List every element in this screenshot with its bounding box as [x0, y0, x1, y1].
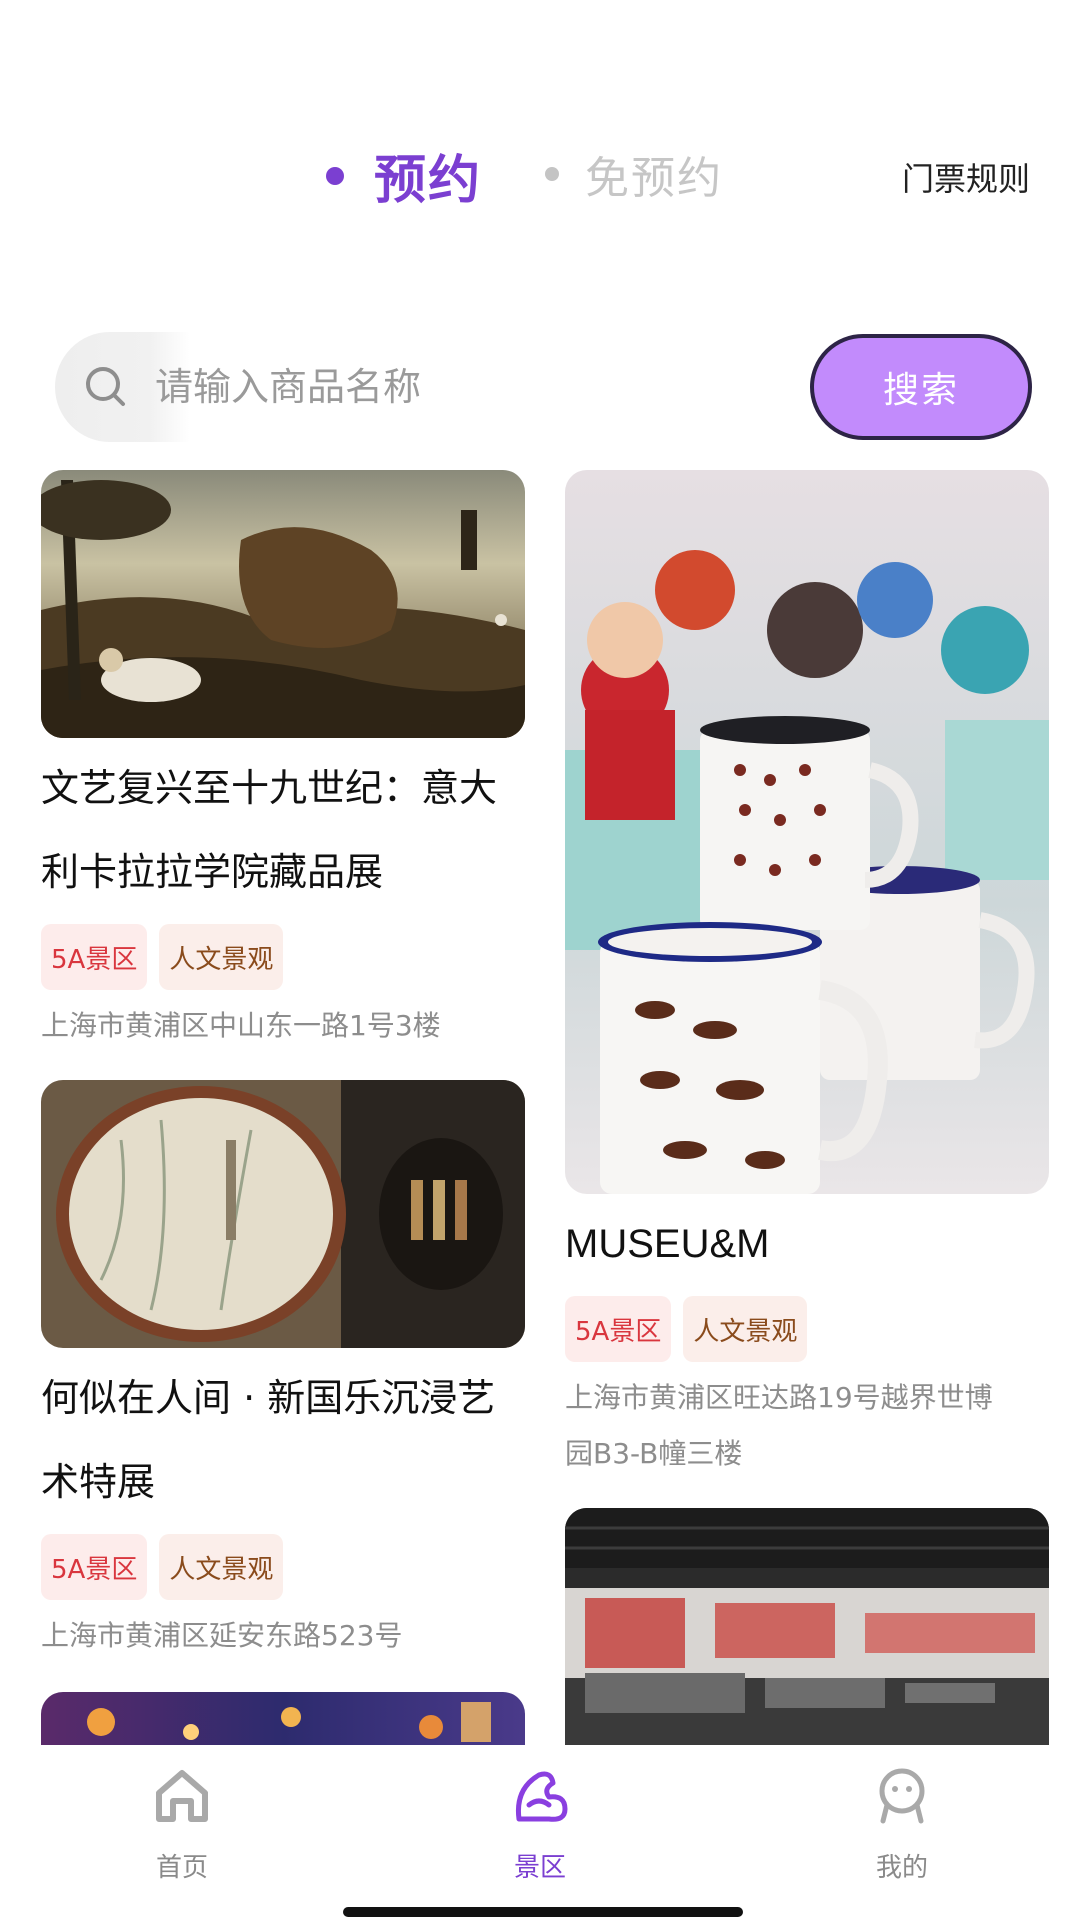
card-image [41, 1080, 525, 1348]
tab-inactive-dot [545, 167, 559, 181]
search-button[interactable]: 搜索 [810, 334, 1032, 440]
card-address: 上海市黄浦区中山东一路1号3楼 [41, 1009, 441, 1042]
card-image [41, 470, 525, 738]
tab-no-reservation[interactable]: 免预约 [545, 142, 723, 206]
card-image [565, 1508, 1049, 1745]
tag-culture: 人文景观 [159, 924, 284, 990]
nav-home-label: 首页 [155, 1853, 208, 1883]
card-title-line2: 术特展 [41, 1460, 156, 1504]
card-title-line1: 何似在人间 · 新国乐沉浸艺 [41, 1376, 496, 1420]
bottom-nav: 首页 景区 我的 [0, 1745, 1080, 1920]
nav-mine[interactable]: 我的 [822, 1765, 982, 1884]
page: 预约 免预约 门票规则 搜索 [0, 0, 1080, 1920]
card-title-line1: 文艺复兴至十九世纪：意大 [41, 766, 498, 810]
scenic-feed[interactable]: 文艺复兴至十九世纪：意大 利卡拉拉学院藏品展 5A景区 人文景观 上海市黄浦区中… [0, 470, 1080, 1745]
home-indicator [343, 1907, 743, 1917]
card-image [41, 1692, 525, 1745]
card-address-line2: 园B3-B幢三楼 [565, 1437, 743, 1470]
scenic-card[interactable]: MUSEU&M 5A景区 人文景观 上海市黄浦区旺达路19号越界世博 园B3-B… [565, 470, 1049, 1482]
nav-home[interactable]: 首页 [102, 1765, 262, 1884]
home-icon [156, 1770, 208, 1822]
scenic-icon [515, 1771, 568, 1822]
profile-icon [879, 1768, 925, 1824]
tag-list: 5A景区 人文景观 [41, 1534, 525, 1600]
tag-culture: 人文景观 [683, 1296, 808, 1362]
scenic-card[interactable]: 何似在人间 · 新国乐沉浸艺 术特展 5A景区 人文景观 上海市黄浦区延安东路5… [41, 1080, 525, 1664]
scenic-card[interactable] [41, 1692, 525, 1745]
card-image [565, 470, 1049, 1194]
tab-reserve[interactable]: 预约 [326, 138, 482, 213]
tag-5a: 5A景区 [41, 1534, 148, 1600]
tab-reserve-label: 预约 [374, 151, 483, 211]
tab-active-dot [326, 166, 344, 185]
search-icon [86, 367, 125, 406]
nav-scenic-label: 景区 [513, 1853, 566, 1883]
tag-list: 5A景区 人文景观 [565, 1296, 1049, 1362]
nav-scenic[interactable]: 景区 [460, 1765, 620, 1884]
booking-tabs: 预约 免预约 门票规则 [0, 138, 1080, 218]
tag-list: 5A景区 人文景观 [41, 924, 525, 990]
search-input[interactable] [155, 357, 715, 417]
card-address: 上海市黄浦区延安东路523号 [41, 1619, 403, 1652]
tag-5a: 5A景区 [565, 1296, 672, 1362]
search-bar [55, 332, 775, 442]
scenic-card[interactable]: 文艺复兴至十九世纪：意大 利卡拉拉学院藏品展 5A景区 人文景观 上海市黄浦区中… [41, 470, 525, 1054]
ticket-rules-link[interactable]: 门票规则 [902, 154, 1030, 200]
card-title: MUSEU&M [565, 1222, 770, 1266]
card-title-line2: 利卡拉拉学院藏品展 [41, 850, 384, 894]
card-address-line1: 上海市黄浦区旺达路19号越界世博 [565, 1381, 993, 1414]
tab-no-reservation-label: 免预约 [585, 153, 723, 204]
nav-mine-label: 我的 [875, 1853, 928, 1883]
scenic-card[interactable] [565, 1508, 1049, 1745]
tag-5a: 5A景区 [41, 924, 148, 990]
tag-culture: 人文景观 [159, 1534, 284, 1600]
